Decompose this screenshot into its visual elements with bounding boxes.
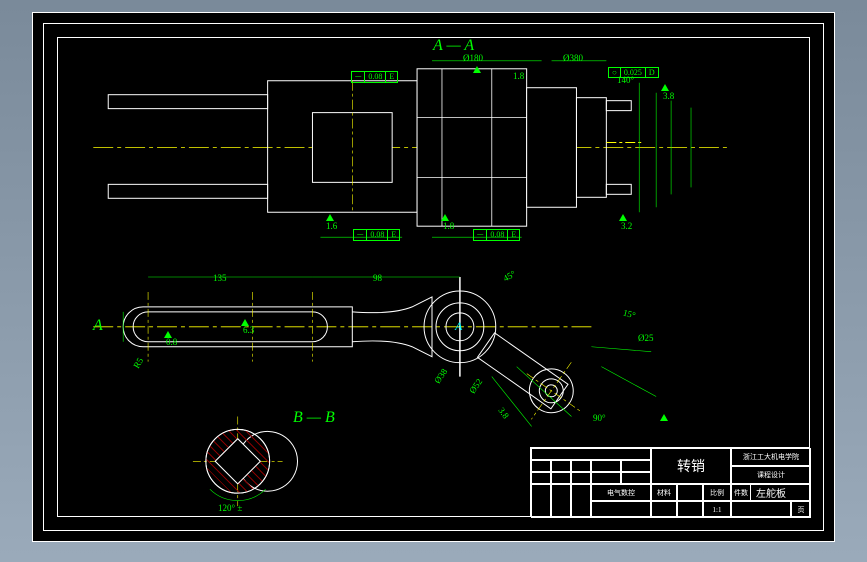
gdt-datum-2: E [508, 230, 519, 240]
tb-page: 页 [791, 501, 811, 518]
section-a-mid: A [455, 319, 462, 334]
section-bb-label: B — B [293, 409, 335, 427]
drawing-frame: A — A B — B A A Ø180 Ø380 1.8 3.8 140° 3… [32, 12, 835, 542]
gdt-sym-4: ⏤ [352, 72, 365, 82]
dim-hole1: Ø25 [638, 333, 654, 343]
dim-bb-angle: 120° ± [218, 503, 242, 513]
gdt-box-1: ⏤ 0.08 E [353, 229, 400, 241]
dim-d1: Ø180 [463, 53, 483, 63]
dim-len2: 98 [373, 273, 382, 283]
dim-d4: 1.8 [513, 71, 524, 81]
surface-finish-8 [660, 413, 668, 424]
surface-finish-1 [326, 213, 334, 224]
gdt-datum-3: D [646, 68, 658, 77]
gdt-sym-1: ⏤ [354, 230, 367, 240]
title-block: 电气数控 转销 材料 比例 1:1 浙江工大机电学院 课程设计 左舵板 页 件数 [530, 447, 810, 517]
gdt-tol-4: 0.08 [365, 72, 386, 82]
surface-finish-5 [661, 83, 669, 94]
gdt-datum-1: E [388, 230, 399, 240]
gdt-box-3: ○ 0.025 D [608, 67, 659, 78]
surface-finish-3 [619, 213, 627, 224]
surface-finish-6 [241, 318, 249, 329]
inner-border [57, 37, 810, 517]
surface-finish-2 [441, 213, 449, 224]
gdt-sym-2: ⏤ [474, 230, 487, 240]
tb-scale: 比例 [703, 484, 731, 501]
tb-school: 浙江工大机电学院 [731, 448, 811, 466]
gdt-sym-3: ○ [609, 68, 621, 77]
dim-len1: 135 [213, 273, 227, 283]
tb-drawing-no: 电气数控 [591, 484, 651, 501]
surface-finish-7 [164, 330, 172, 341]
surface-finish-4 [473, 65, 481, 76]
gdt-box-2: ⏤ 0.08 E [473, 229, 520, 241]
tb-num: 1:1 [703, 501, 731, 518]
tb-count: 件数 [731, 484, 751, 501]
gdt-tol-2: 0.08 [487, 230, 508, 240]
tb-material: 材料 [651, 484, 677, 501]
dim-ang3: 90° [593, 413, 606, 423]
section-a-left: A [93, 317, 103, 335]
gdt-tol-1: 0.08 [367, 230, 388, 240]
tb-part-name: 转销 [651, 448, 731, 484]
gdt-datum-4: E [386, 72, 397, 82]
gdt-box-4: ⏤ 0.08 E [351, 71, 398, 83]
gdt-tol-3: 0.025 [621, 68, 646, 77]
dim-d2: Ø380 [563, 53, 583, 63]
tb-course: 课程设计 [731, 466, 811, 484]
